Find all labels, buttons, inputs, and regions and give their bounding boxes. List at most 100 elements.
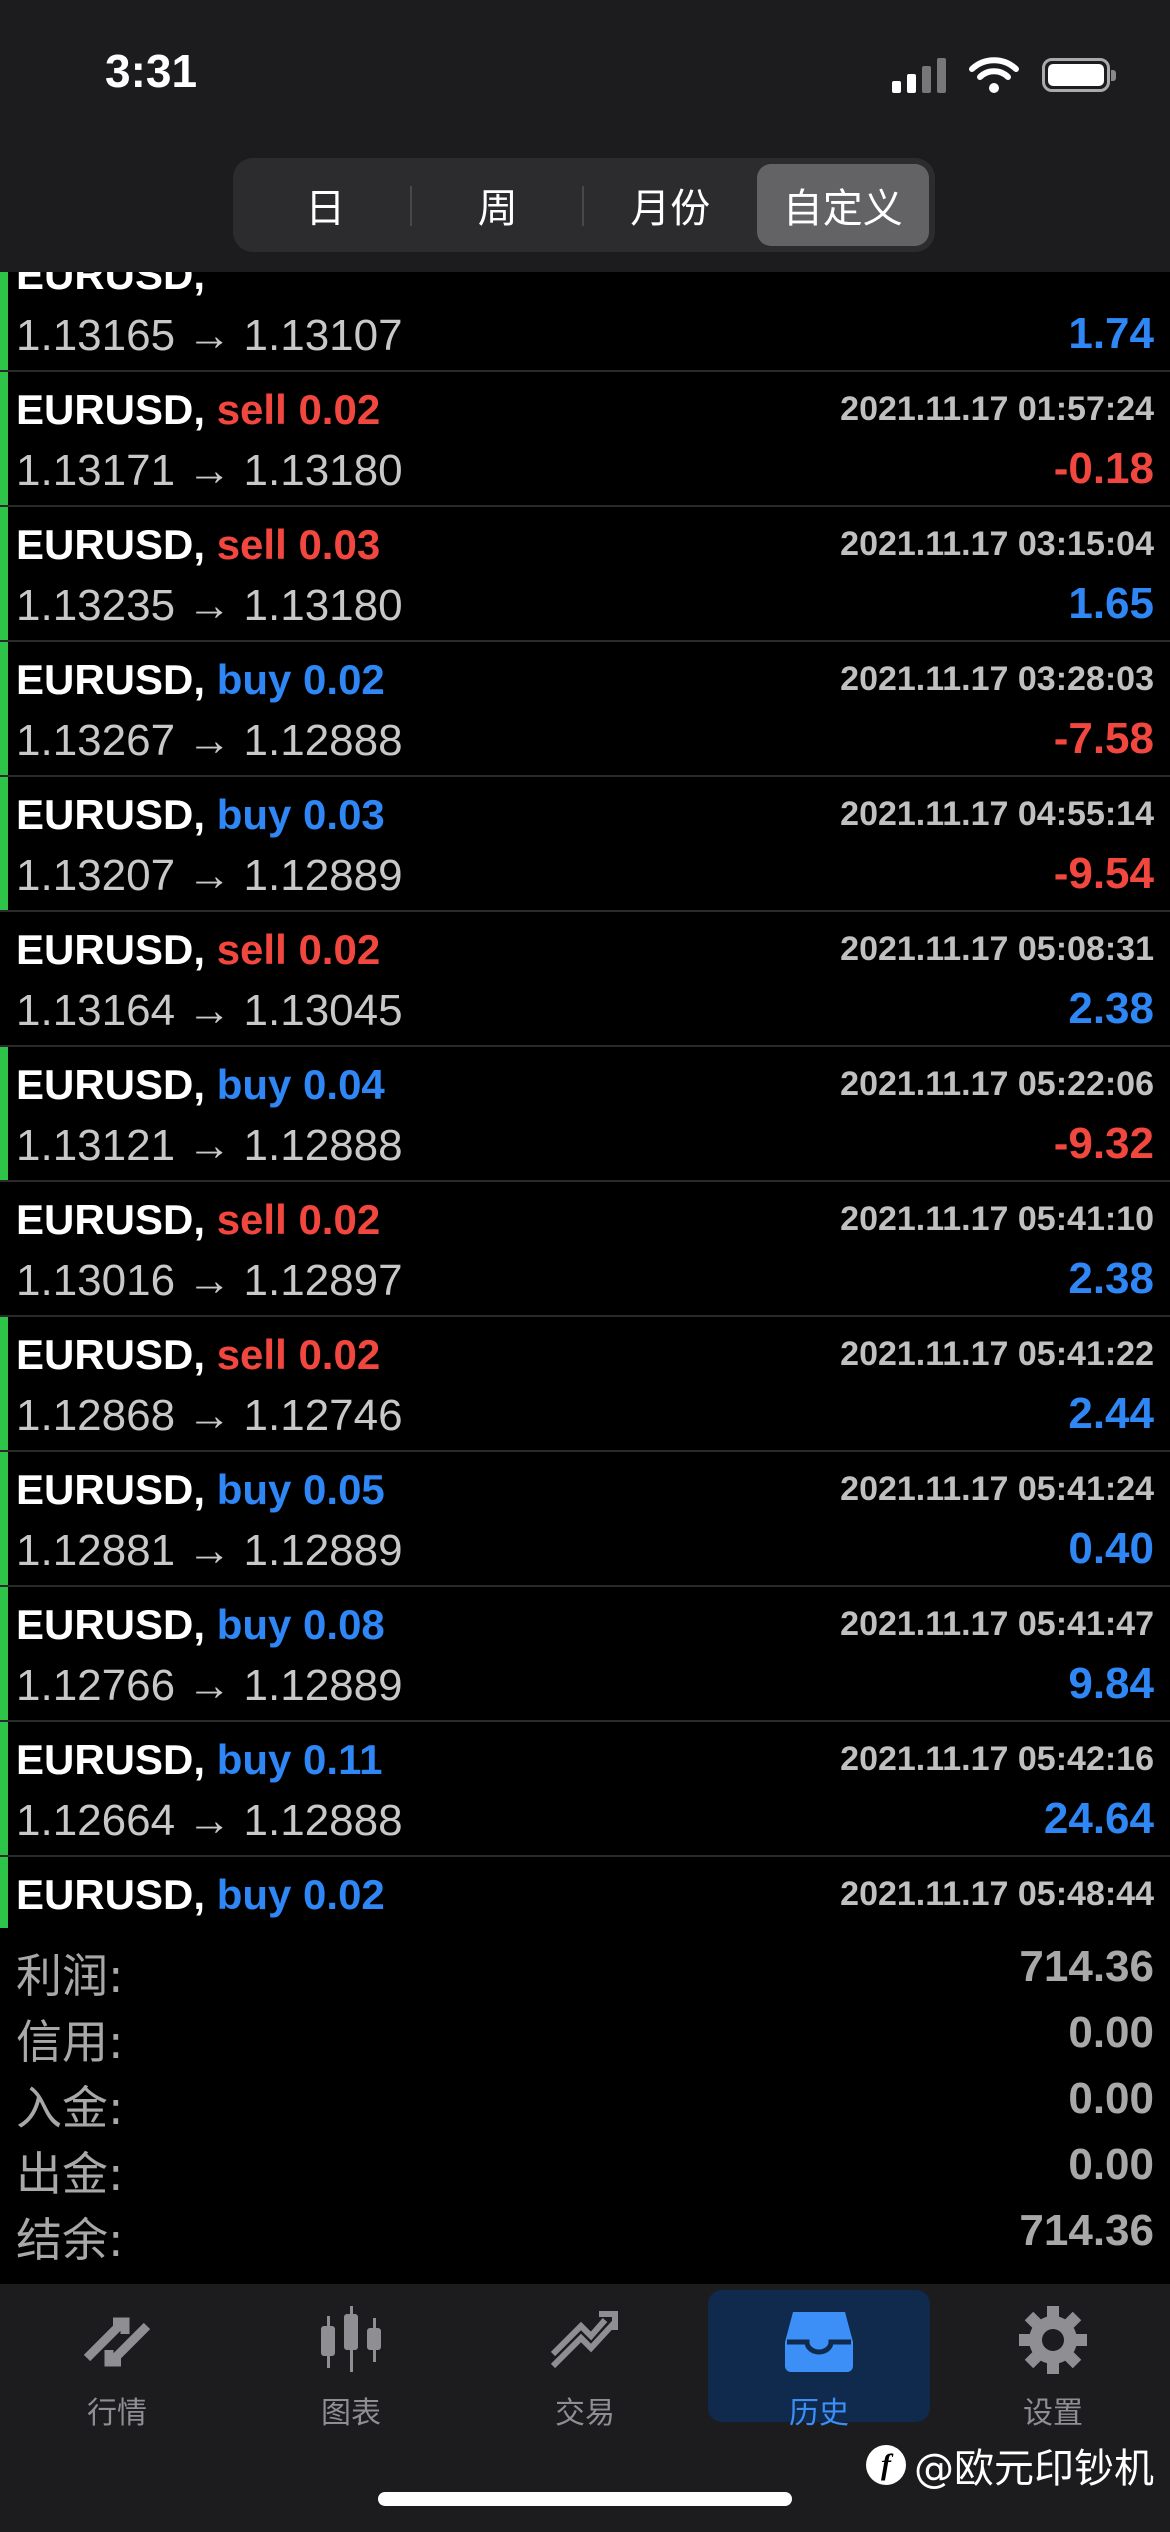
- trade-row[interactable]: EURUSD, buy 0.05 1.12881 → 1.12889 2021.11…: [0, 1452, 1170, 1587]
- trade-symbol-name: EURUSD,: [16, 272, 206, 298]
- trade-time: 2021.11.17 05:08:31: [840, 930, 1154, 968]
- trade-time: 2021.11.17 05:42:16: [840, 1740, 1154, 1778]
- trade-prices: 1.12868 → 1.12746: [16, 1391, 403, 1441]
- trade-prices: 1.13267 → 1.12888: [16, 716, 403, 766]
- trade-time: 2021.11.17 01:57:24: [840, 390, 1154, 428]
- arrow-right-icon: →: [187, 986, 232, 1035]
- arrow-right-icon: →: [187, 446, 232, 495]
- trade-row[interactable]: EURUSD, sell 0.03 1.13235 → 1.13180 2021.1…: [0, 507, 1170, 642]
- trade-volume: 0.11: [303, 1736, 383, 1783]
- summary-label: 信用:: [16, 2015, 124, 2069]
- trade-side: buy: [216, 1466, 292, 1513]
- trade-symbol: EURUSD, buy 0.03: [16, 791, 385, 839]
- trade-time: 2021.11.17 05:22:06: [840, 1065, 1154, 1103]
- tab-candlestick-chart[interactable]: 图表: [240, 2290, 462, 2431]
- segment-1[interactable]: 周: [412, 164, 585, 246]
- trade-side: buy: [216, 1736, 292, 1783]
- trade-row[interactable]: EURUSD, 1.13165 → 1.13107 1.74: [0, 272, 1170, 372]
- trade-side: sell: [216, 926, 287, 973]
- trade-profit: 1.65: [1068, 579, 1154, 628]
- trade-prices: 1.13164 → 1.13045: [16, 986, 403, 1036]
- trade-symbol: EURUSD, sell 0.03: [16, 521, 380, 569]
- trade-row[interactable]: EURUSD, buy 0.02 1.13267 → 1.12888 2021.11…: [0, 642, 1170, 777]
- trade-row[interactable]: EURUSD, buy 0.021.12905 → 1.130252021.11…: [0, 1857, 1170, 1928]
- trade-prices: 1.12766 → 1.12889: [16, 1661, 403, 1711]
- trade-row[interactable]: EURUSD, sell 0.02 1.13164 → 1.13045 2021.1…: [0, 912, 1170, 1047]
- trade-history-list[interactable]: EURUSD, 1.13165 → 1.13107 1.74 EURUSD, sel…: [0, 272, 1170, 1928]
- trade-side: sell: [216, 386, 287, 433]
- summary-label: 利润:: [16, 1949, 124, 2003]
- trade-symbol: EURUSD, buy 0.02: [16, 1871, 385, 1919]
- segment-0[interactable]: 日: [239, 164, 412, 246]
- trade-side: buy: [216, 791, 292, 838]
- trade-volume: 0.05: [303, 1466, 385, 1513]
- trade-row[interactable]: EURUSD, buy 0.04 1.13121 → 1.12888 2021.11…: [0, 1047, 1170, 1182]
- trade-row[interactable]: EURUSD, buy 0.03 1.13207 → 1.12889 2021.11…: [0, 777, 1170, 912]
- open-price: 1.13207: [16, 851, 176, 900]
- trade-symbol-name: EURUSD,: [16, 1331, 206, 1378]
- history-inbox-icon: [779, 2300, 859, 2384]
- trade-row[interactable]: EURUSD, sell 0.02 1.12868 → 1.12746 2021.1…: [0, 1317, 1170, 1452]
- arrow-right-icon: →: [187, 716, 232, 765]
- trade-time: 2021.11.17 03:28:03: [840, 660, 1154, 698]
- trade-row[interactable]: EURUSD, sell 0.02 1.13171 → 1.13180 2021.1…: [0, 372, 1170, 507]
- trade-symbol-name: EURUSD,: [16, 386, 206, 433]
- watermark-text: @欧元印钞机: [914, 2446, 1154, 2492]
- trade-side: sell: [216, 1196, 287, 1243]
- trade-symbol: EURUSD, sell 0.02: [16, 386, 380, 434]
- period-segmented-control: 日周月份 自定义: [233, 158, 935, 252]
- summary-value: 0.00: [1068, 2074, 1154, 2123]
- tab-quotes-arrows[interactable]: 行情: [6, 2290, 228, 2431]
- battery-icon: [1042, 58, 1116, 92]
- trade-volume: 0.02: [298, 926, 381, 973]
- trade-row[interactable]: EURUSD, buy 0.11 1.12664 → 1.12888 2021.11…: [0, 1722, 1170, 1857]
- trade-row[interactable]: EURUSD, sell 0.02 1.13016 → 1.12897 2021.1…: [0, 1182, 1170, 1317]
- open-price: 1.12868: [16, 1391, 176, 1440]
- trade-prices: 1.13171 → 1.13180: [16, 446, 403, 496]
- close-price: 1.13045: [243, 986, 403, 1035]
- trade-symbol: EURUSD, buy 0.04: [16, 1061, 385, 1109]
- tab-label: 图表: [321, 2396, 381, 2431]
- segment-3[interactable]: 自定义: [756, 164, 929, 246]
- trade-time: 2021.11.17 05:41:10: [840, 1200, 1154, 1238]
- trade-symbol-name: EURUSD,: [16, 926, 206, 973]
- trade-side: buy: [216, 656, 292, 703]
- trade-side: sell: [216, 521, 287, 568]
- trade-symbol: EURUSD, sell 0.02: [16, 926, 380, 974]
- trade-symbol-name: EURUSD,: [16, 791, 206, 838]
- trade-time: 2021.11.17 05:41:22: [840, 1335, 1154, 1373]
- summary-label: 出金:: [16, 2147, 124, 2201]
- tab-label: 历史: [789, 2396, 849, 2431]
- trade-volume: 0.03: [298, 521, 381, 568]
- trade-prices: 1.13165 → 1.13107: [16, 311, 403, 361]
- home-indicator[interactable]: [378, 2492, 792, 2506]
- trade-prices: 1.13016 → 1.12897: [16, 1256, 403, 1306]
- trade-time: 2021.11.17 04:55:14: [840, 795, 1154, 833]
- trade-side: buy: [216, 1601, 292, 1648]
- arrow-right-icon: →: [187, 1391, 232, 1440]
- trade-row[interactable]: EURUSD, buy 0.08 1.12766 → 1.12889 2021.11…: [0, 1587, 1170, 1722]
- close-price: 1.12889: [243, 1526, 403, 1575]
- close-price: 1.13107: [243, 311, 403, 360]
- tab-gear[interactable]: 设置: [942, 2290, 1164, 2431]
- trade-symbol-name: EURUSD,: [16, 1601, 206, 1648]
- trade-volume: 0.02: [303, 656, 385, 703]
- trade-symbol: EURUSD, sell 0.02: [16, 1196, 380, 1244]
- arrow-right-icon: →: [187, 1526, 232, 1575]
- summary-value: 714.36: [1019, 1942, 1154, 1991]
- tab-history-inbox[interactable]: 历史: [708, 2290, 930, 2431]
- tab-trade-trend[interactable]: 交易: [474, 2290, 696, 2431]
- close-price: 1.12746: [243, 1391, 403, 1440]
- close-price: 1.12897: [243, 1256, 403, 1305]
- arrow-right-icon: →: [187, 1256, 232, 1305]
- open-price: 1.13267: [16, 716, 176, 765]
- open-price: 1.12881: [16, 1526, 176, 1575]
- account-summary: 利润: 714.36 信用: 0.00 入金: 0.00 出金: 0.00 结余: 714.36: [0, 1934, 1170, 2284]
- trade-profit: 2.44: [1068, 1389, 1154, 1438]
- summary-value: 0.00: [1068, 2140, 1154, 2189]
- summary-row: 结余: 714.36: [0, 2198, 1170, 2267]
- summary-row: 利润: 714.36: [0, 1934, 1170, 2003]
- segment-2[interactable]: 月份: [584, 164, 757, 246]
- arrow-right-icon: →: [187, 1796, 232, 1845]
- trade-volume: 0.02: [298, 1331, 381, 1378]
